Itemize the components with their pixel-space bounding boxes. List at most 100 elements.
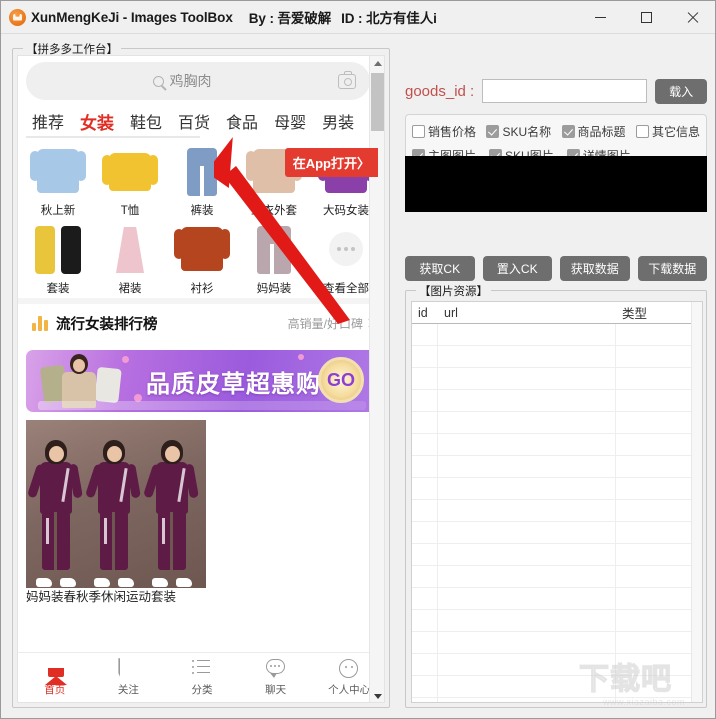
log-output-box[interactable] bbox=[405, 156, 707, 212]
table-cell[interactable] bbox=[616, 654, 702, 675]
table-cell[interactable] bbox=[616, 522, 702, 543]
category-item-taozhuang[interactable]: 套装 bbox=[22, 220, 94, 296]
category-item-chenshan[interactable]: 衬衫 bbox=[166, 220, 238, 296]
checkbox-other-info[interactable]: 其它信息 bbox=[635, 123, 700, 140]
product-card[interactable]: 妈妈装春秋季休闲运动套装 bbox=[26, 420, 206, 604]
table-cell[interactable] bbox=[412, 390, 438, 411]
table-cell[interactable] bbox=[616, 676, 702, 697]
table-cell[interactable] bbox=[412, 698, 438, 702]
table-row[interactable] bbox=[412, 500, 702, 522]
table-cell[interactable] bbox=[412, 456, 438, 477]
category-item-mamazhuang[interactable]: 妈妈装 bbox=[238, 220, 310, 296]
checkbox-sale-price[interactable]: 销售价格 bbox=[412, 123, 476, 140]
scrollbar-thumb[interactable] bbox=[371, 73, 384, 131]
table-body[interactable] bbox=[412, 324, 702, 702]
table-cell[interactable] bbox=[412, 566, 438, 587]
table-cell[interactable] bbox=[616, 456, 702, 477]
table-cell[interactable] bbox=[412, 610, 438, 631]
table-cell[interactable] bbox=[616, 324, 702, 345]
banner-go-button[interactable]: GO bbox=[318, 357, 364, 403]
table-cell[interactable] bbox=[438, 478, 616, 499]
table-cell[interactable] bbox=[438, 500, 616, 521]
table-cell[interactable] bbox=[412, 544, 438, 565]
table-cell[interactable] bbox=[438, 390, 616, 411]
maximize-button[interactable] bbox=[623, 1, 669, 34]
table-row[interactable] bbox=[412, 632, 702, 654]
scroll-up-arrow-icon[interactable] bbox=[370, 56, 384, 71]
table-cell[interactable] bbox=[438, 346, 616, 367]
image-resources-table[interactable]: id url 类型 bbox=[411, 301, 703, 703]
checkbox-box[interactable] bbox=[635, 125, 649, 138]
search-input-area[interactable]: 鸡胸肉 bbox=[26, 71, 338, 91]
table-cell[interactable] bbox=[412, 588, 438, 609]
table-row[interactable] bbox=[412, 456, 702, 478]
category-item-kuzhuang[interactable]: 裤装 bbox=[166, 142, 238, 218]
table-cell[interactable] bbox=[412, 478, 438, 499]
goods-id-input[interactable] bbox=[482, 79, 648, 103]
column-header-id[interactable]: id bbox=[412, 302, 438, 323]
table-row[interactable] bbox=[412, 434, 702, 456]
download-data-button[interactable]: 下载数据 bbox=[637, 256, 707, 281]
promo-banner[interactable]: 品质皮草超惠购 GO bbox=[26, 350, 378, 412]
tab-shipin[interactable]: 食品 bbox=[218, 109, 266, 133]
embedded-browser-view[interactable]: 鸡胸肉 推荐 女装 鞋包 百货 食品 母婴 男装 在App打开〉 秋上新 T恤 … bbox=[17, 55, 385, 703]
table-cell[interactable] bbox=[412, 500, 438, 521]
table-row[interactable] bbox=[412, 610, 702, 632]
search-input[interactable]: 鸡胸肉 bbox=[170, 71, 212, 91]
table-cell[interactable] bbox=[438, 456, 616, 477]
get-data-button[interactable]: 获取数据 bbox=[560, 256, 630, 281]
table-cell[interactable] bbox=[412, 412, 438, 433]
tab-muying[interactable]: 母婴 bbox=[266, 109, 314, 133]
table-cell[interactable] bbox=[616, 544, 702, 565]
table-cell[interactable] bbox=[412, 346, 438, 367]
table-cell[interactable] bbox=[412, 676, 438, 697]
table-cell[interactable] bbox=[616, 390, 702, 411]
column-header-url[interactable]: url bbox=[438, 302, 616, 323]
set-ck-button[interactable]: 置入CK bbox=[482, 256, 552, 281]
open-in-app-button[interactable]: 在App打开〉 bbox=[284, 148, 378, 177]
get-ck-button[interactable]: 获取CK bbox=[405, 256, 475, 281]
table-cell[interactable] bbox=[438, 368, 616, 389]
table-cell[interactable] bbox=[438, 610, 616, 631]
category-item-qunzhuang[interactable]: 裙装 bbox=[94, 220, 166, 296]
tab-nvzhuang[interactable]: 女装 bbox=[72, 109, 122, 134]
table-cell[interactable] bbox=[438, 522, 616, 543]
table-cell[interactable] bbox=[616, 566, 702, 587]
table-cell[interactable] bbox=[616, 500, 702, 521]
table-row[interactable] bbox=[412, 544, 702, 566]
table-row[interactable] bbox=[412, 566, 702, 588]
table-row[interactable] bbox=[412, 324, 702, 346]
tab-tuijian[interactable]: 推荐 bbox=[24, 109, 72, 133]
category-tabs[interactable]: 推荐 女装 鞋包 百货 食品 母婴 男装 bbox=[18, 106, 384, 136]
column-header-type[interactable]: 类型 bbox=[616, 302, 702, 323]
category-item-txu[interactable]: T恤 bbox=[94, 142, 166, 218]
tab-baihuo[interactable]: 百货 bbox=[170, 109, 218, 133]
nav-item-follow[interactable]: 关注 bbox=[92, 653, 166, 702]
nav-item-chat[interactable]: 聊天 bbox=[239, 653, 313, 702]
table-cell[interactable] bbox=[616, 434, 702, 455]
checkbox-product-title[interactable]: 商品标题 bbox=[561, 123, 626, 140]
scroll-down-arrow-icon[interactable] bbox=[370, 689, 384, 702]
tab-nanzhuang[interactable]: 男装 bbox=[314, 109, 362, 133]
load-button[interactable]: 载入 bbox=[655, 78, 707, 104]
table-cell[interactable] bbox=[616, 478, 702, 499]
table-row[interactable] bbox=[412, 522, 702, 544]
table-row[interactable] bbox=[412, 390, 702, 412]
table-cell[interactable] bbox=[616, 412, 702, 433]
ranking-row[interactable]: 流行女装排行榜 高销量/好口碑 bbox=[18, 298, 384, 342]
table-cell[interactable] bbox=[616, 368, 702, 389]
table-cell[interactable] bbox=[616, 346, 702, 367]
tab-xiebao[interactable]: 鞋包 bbox=[122, 109, 170, 133]
table-cell[interactable] bbox=[616, 698, 702, 702]
table-row[interactable] bbox=[412, 676, 702, 698]
table-cell[interactable] bbox=[438, 566, 616, 587]
table-cell[interactable] bbox=[412, 368, 438, 389]
table-cell[interactable] bbox=[438, 324, 616, 345]
table-cell[interactable] bbox=[616, 632, 702, 653]
table-row[interactable] bbox=[412, 346, 702, 368]
minimize-button[interactable] bbox=[577, 1, 623, 34]
checkbox-box[interactable] bbox=[561, 125, 575, 138]
table-cell[interactable] bbox=[438, 654, 616, 675]
table-row[interactable] bbox=[412, 588, 702, 610]
table-row[interactable] bbox=[412, 654, 702, 676]
